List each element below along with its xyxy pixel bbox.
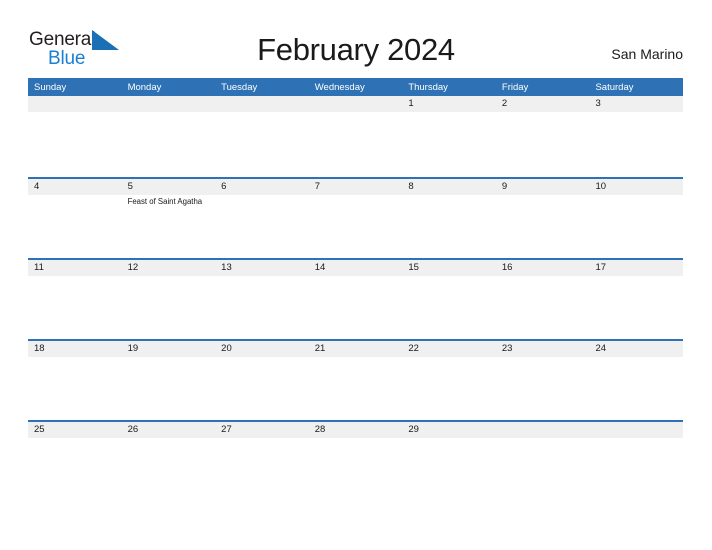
page-title: February 2024 (257, 32, 455, 67)
calendar-day-cell[interactable]: 17 (589, 260, 683, 339)
week-cells: 25 26 27 28 29 (28, 422, 683, 501)
calendar-day-cell[interactable] (122, 96, 216, 175)
day-number: 25 (34, 424, 45, 435)
calendar-day-cell[interactable]: 1 (402, 96, 496, 175)
day-number: 5 (127, 181, 133, 192)
calendar-day-cell[interactable] (496, 422, 590, 501)
calendar-day-cell[interactable]: 4 (28, 179, 122, 258)
calendar-day-cell[interactable] (589, 422, 683, 501)
calendar-day-cell[interactable]: 28 (309, 422, 403, 501)
calendar-day-cell[interactable]: 21 (309, 341, 403, 420)
calendar-day-cell[interactable]: 22 (402, 341, 496, 420)
calendar-week-row: 18 19 20 21 22 23 24 (28, 339, 683, 420)
day-number: 24 (595, 343, 607, 354)
weekday-header-saturday: Saturday (595, 81, 634, 93)
calendar-day-cell[interactable]: 16 (496, 260, 590, 339)
day-number: 3 (595, 98, 601, 109)
day-number: 4 (34, 181, 40, 192)
day-number: 2 (501, 98, 508, 109)
calendar-weeks: 1 2 3 4 5 Feast of Saint Agatha 6 7 8 9 10 11 12 13 14… (28, 96, 683, 501)
day-number: 17 (595, 262, 607, 273)
calendar-day-cell[interactable]: 8 (402, 179, 496, 258)
calendar-day-cell[interactable]: 26 (122, 422, 216, 501)
calendar-week-row: 1 2 3 (28, 96, 683, 177)
week-cells: 18 19 20 21 22 23 24 (28, 341, 683, 420)
calendar-day-cell[interactable]: 24 (589, 341, 683, 420)
weekday-header-thursday: Thursday (408, 81, 448, 93)
day-number: 28 (314, 424, 326, 435)
calendar-day-cell[interactable]: 10 (589, 179, 683, 258)
day-number: 27 (221, 424, 232, 435)
region-label: San Marino (611, 46, 683, 62)
calendar-week-row: 4 5 Feast of Saint Agatha 6 7 8 9 10 (28, 177, 683, 258)
day-number: 19 (127, 343, 139, 354)
calendar-day-cell[interactable] (215, 96, 309, 175)
day-number: 15 (408, 262, 419, 273)
calendar-week-row: 25 26 27 28 29 (28, 420, 683, 501)
calendar-day-cell[interactable]: 13 (215, 260, 309, 339)
calendar-week-row: 11 12 13 14 15 16 17 (28, 258, 683, 339)
week-cells: 4 5 Feast of Saint Agatha 6 7 8 9 10 (28, 179, 683, 258)
calendar-day-cell[interactable]: 5 Feast of Saint Agatha (122, 179, 216, 258)
calendar-page: General Blue February 2024 San Marino Su… (0, 0, 712, 550)
calendar-day-cell[interactable]: 15 (402, 260, 496, 339)
calendar-day-cell[interactable]: 25 (28, 422, 122, 501)
day-number: 12 (127, 262, 139, 273)
calendar-day-cell[interactable]: 29 (402, 422, 496, 501)
calendar-day-cell[interactable] (28, 96, 122, 175)
day-number: 10 (595, 181, 607, 192)
calendar-day-cell[interactable]: 14 (309, 260, 403, 339)
day-number: 18 (34, 343, 45, 354)
page-header: General Blue February 2024 San Marino (0, 0, 712, 78)
day-number: 8 (408, 181, 414, 192)
calendar-day-cell[interactable]: 6 (215, 179, 309, 258)
calendar-day-cell[interactable]: 7 (309, 179, 403, 258)
day-number: 16 (501, 262, 513, 273)
weekday-header-tuesday: Tuesday (221, 81, 258, 93)
day-number: 13 (221, 262, 232, 273)
week-cells: 1 2 3 (28, 96, 683, 175)
week-cells: 11 12 13 14 15 16 17 (28, 260, 683, 339)
calendar-day-cell[interactable]: 20 (215, 341, 309, 420)
calendar-day-cell[interactable]: 12 (122, 260, 216, 339)
calendar-grid: Sunday Monday Tuesday Wednesday Thursday… (28, 78, 683, 501)
day-number: 29 (408, 424, 419, 435)
weekday-header-wednesday: Wednesday (314, 81, 365, 93)
day-number: 1 (408, 98, 414, 109)
day-number: 11 (34, 262, 44, 273)
weekday-header-sunday: Sunday (34, 81, 67, 93)
day-number: 26 (127, 424, 139, 435)
day-number: 7 (314, 181, 321, 192)
calendar-day-cell[interactable]: 2 (496, 96, 590, 175)
calendar-day-cell[interactable]: 18 (28, 341, 122, 420)
day-number: 20 (221, 343, 232, 354)
day-event-item: Feast of Saint Agatha (127, 197, 203, 206)
day-number: 22 (408, 343, 419, 354)
calendar-day-cell[interactable]: 27 (215, 422, 309, 501)
calendar-day-cell[interactable]: 19 (122, 341, 216, 420)
day-number: 6 (221, 181, 227, 192)
calendar-day-cell[interactable]: 11 (28, 260, 122, 339)
day-number: 9 (501, 181, 508, 192)
calendar-day-cell[interactable]: 23 (496, 341, 590, 420)
calendar-day-cell[interactable]: 9 (496, 179, 590, 258)
weekday-header-monday: Monday (127, 81, 162, 93)
weekday-header-row: Sunday Monday Tuesday Wednesday Thursday… (28, 78, 683, 96)
day-number: 14 (314, 262, 326, 273)
day-number: 21 (314, 343, 326, 354)
day-events: Feast of Saint Agatha (128, 197, 212, 208)
calendar-day-cell[interactable] (309, 96, 403, 175)
weekday-header-friday: Friday (501, 81, 529, 93)
calendar-day-cell[interactable]: 3 (589, 96, 683, 175)
day-number: 23 (501, 343, 513, 354)
